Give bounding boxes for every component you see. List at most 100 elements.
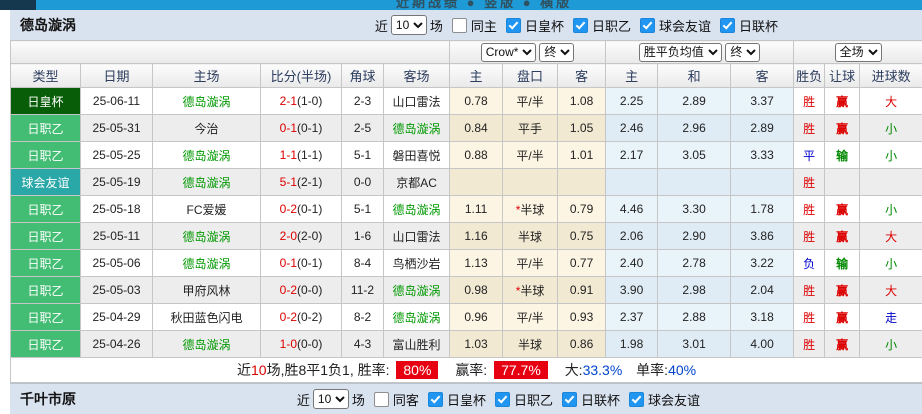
odds-state-select[interactable]: 终	[539, 43, 574, 62]
away-team-cell[interactable]: 德岛漩涡	[384, 196, 450, 223]
home-team-cell[interactable]: 德岛漩涡	[153, 223, 261, 250]
away-team-cell[interactable]: 富山胜利	[384, 331, 450, 358]
score-cell: 5-1(2-1)	[261, 169, 342, 196]
corner-cell: 5-1	[342, 142, 384, 169]
near-label: 近	[375, 16, 388, 35]
same-home-checkbox[interactable]	[452, 18, 467, 33]
europe-lose-cell: 3.33	[731, 142, 794, 169]
home-team-cell[interactable]: 今治	[153, 115, 261, 142]
away-team-cell[interactable]: 山口雷法	[384, 223, 450, 250]
result-cell: 胜	[794, 304, 825, 331]
recent-results-table: Crow* 终 胜平负均值 终 全场 类型 日期 主场 比分(半场) 角球 客场…	[10, 40, 922, 383]
handicap-text: 半球	[518, 338, 542, 352]
league-checkbox[interactable]	[573, 18, 588, 33]
score-cell: 0-1(0-1)	[261, 250, 342, 277]
europe-draw-cell	[658, 169, 731, 196]
league-checkbox[interactable]	[428, 392, 443, 407]
league-checkbox[interactable]	[506, 18, 521, 33]
away-team-cell[interactable]: 山口雷法	[384, 88, 450, 115]
home-team-cell[interactable]: 德岛漩涡	[153, 250, 261, 277]
home-team-cell[interactable]: FC爱媛	[153, 196, 261, 223]
group-header-row: Crow* 终 胜平负均值 终 全场	[11, 41, 922, 64]
europe-win-cell	[606, 169, 658, 196]
fulltime-score: 0-2	[280, 202, 297, 216]
match-type-cell: 日职乙	[11, 223, 81, 250]
fulltime-score: 0-2	[280, 310, 297, 324]
match-type-cell: 日职乙	[11, 250, 81, 277]
europe-draw-cell: 2.98	[658, 277, 731, 304]
score-cell: 0-2(0-0)	[261, 277, 342, 304]
games-count-select[interactable]: 10	[313, 389, 349, 409]
odds-home-cell: 0.98	[450, 277, 503, 304]
fulltime-score: 5-1	[280, 175, 297, 189]
halftime-score: (0-0)	[297, 337, 322, 351]
match-type-cell: 日职乙	[11, 331, 81, 358]
handicap-text: 半球	[520, 203, 544, 217]
away-team-cell[interactable]: 德岛漩涡	[384, 115, 450, 142]
group-header-empty	[11, 41, 450, 64]
europe-source-select[interactable]: 胜平负均值	[639, 43, 722, 62]
away-team-cell[interactable]: 鸟栖沙岩	[384, 250, 450, 277]
fulltime-score: 0-1	[280, 256, 297, 270]
same-away-checkbox[interactable]	[374, 392, 389, 407]
corner-cell: 2-5	[342, 115, 384, 142]
match-date-cell: 25-05-19	[81, 169, 153, 196]
score-cell: 0-1(0-1)	[261, 115, 342, 142]
col-away: 客场	[384, 64, 450, 88]
home-team-cell[interactable]: 秋田蓝色闪电	[153, 304, 261, 331]
filter-controls: 近 10 场 同主 日皇杯 日职乙 球会友谊 日联杯	[375, 15, 778, 35]
league-label: 球会友谊	[659, 16, 711, 35]
league-checkbox[interactable]	[562, 392, 577, 407]
col-type: 类型	[11, 64, 81, 88]
summary-cell: 近10场,胜8平1负1, 胜率: 80% 赢率: 77.7% 大:33.3% 单…	[11, 358, 922, 383]
league-checkbox[interactable]	[629, 392, 644, 407]
handicap-text: 平/半	[516, 95, 543, 109]
handicap-cell: 半球	[503, 331, 558, 358]
home-team-cell[interactable]: 德岛漩涡	[153, 331, 261, 358]
handicap-text: 平/半	[516, 311, 543, 325]
league-checkbox[interactable]	[720, 18, 735, 33]
games-count-select[interactable]: 10	[391, 15, 427, 35]
europe-lose-cell: 2.89	[731, 115, 794, 142]
odds-away-cell: 0.79	[558, 196, 606, 223]
europe-win-cell: 2.40	[606, 250, 658, 277]
league-label: 日联杯	[739, 16, 778, 35]
summary-record: 场,胜8平1负1, 胜率:	[267, 362, 390, 378]
handicap-cell: *半球	[503, 277, 558, 304]
home-team-cell[interactable]: 德岛漩涡	[153, 169, 261, 196]
halftime-score: (0-0)	[297, 283, 322, 297]
away-team-cell[interactable]: 磐田喜悦	[384, 142, 450, 169]
goals-result-cell: 小	[860, 196, 922, 223]
europe-draw-cell: 2.90	[658, 223, 731, 250]
team-header-strip: 德岛漩涡 近 10 场 同主 日皇杯 日职乙 球会友谊 日联杯	[10, 10, 922, 40]
odds-home-cell	[450, 169, 503, 196]
home-team-cell[interactable]: 甲府风林	[153, 277, 261, 304]
handicap-cell: 平/半	[503, 250, 558, 277]
handicap-text: 半球	[518, 230, 542, 244]
col-handicap: 盘口	[503, 64, 558, 88]
league-label: 日皇杯	[447, 390, 486, 409]
home-team-cell[interactable]: 德岛漩涡	[153, 142, 261, 169]
away-team-cell[interactable]: 德岛漩涡	[384, 304, 450, 331]
halftime-score: (2-1)	[297, 175, 322, 189]
odds-away-cell: 1.01	[558, 142, 606, 169]
league-checkbox[interactable]	[640, 18, 655, 33]
scope-select[interactable]: 全场	[835, 43, 882, 62]
europe-draw-cell: 2.89	[658, 88, 731, 115]
europe-state-select[interactable]: 终	[725, 43, 760, 62]
goals-result-cell: 走	[860, 304, 922, 331]
odds-source-select[interactable]: Crow*	[481, 43, 536, 62]
handicap-cell: 平/半	[503, 88, 558, 115]
away-team-cell[interactable]: 京都AC	[384, 169, 450, 196]
same-home-label: 同主	[471, 16, 497, 35]
away-team-cell[interactable]: 德岛漩涡	[384, 277, 450, 304]
home-team-cell[interactable]: 德岛漩涡	[153, 88, 261, 115]
odds-away-cell: 1.05	[558, 115, 606, 142]
odds-away-cell: 0.93	[558, 304, 606, 331]
league-checkbox[interactable]	[495, 392, 510, 407]
let-rate-label: 赢率:	[455, 362, 487, 378]
col-home: 主场	[153, 64, 261, 88]
summary-count: 10	[251, 362, 267, 378]
match-date-cell: 25-05-31	[81, 115, 153, 142]
goals-result-cell: 小	[860, 331, 922, 358]
